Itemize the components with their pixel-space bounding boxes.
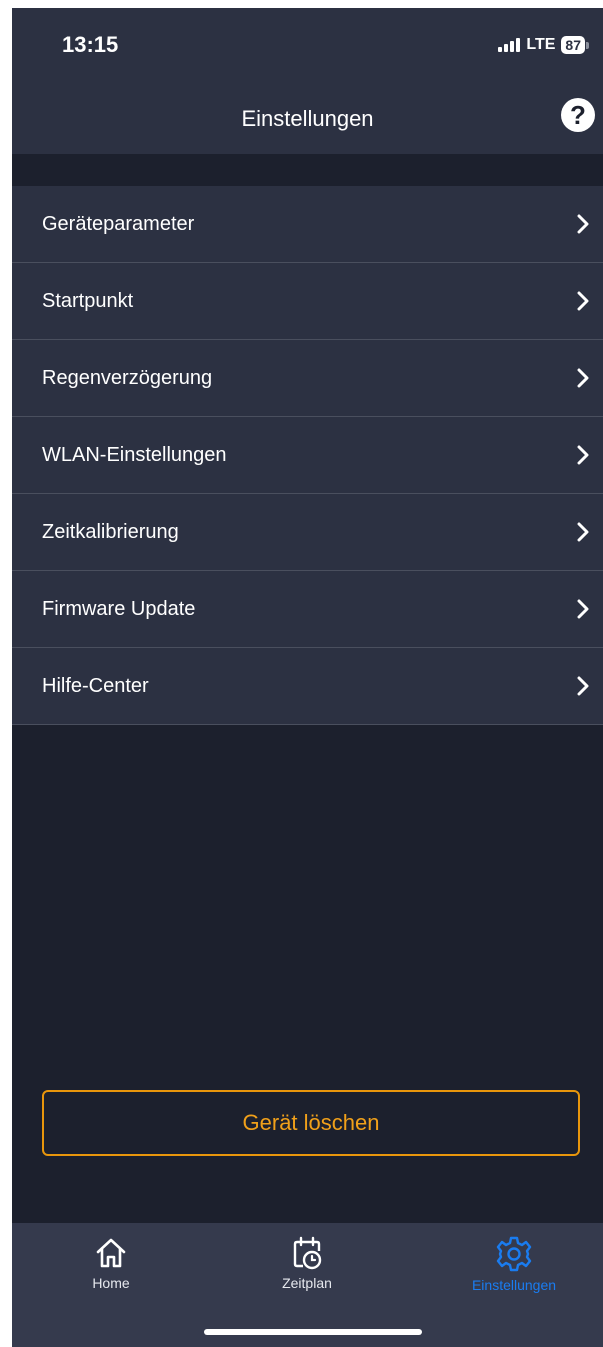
menu-item-hilfe-center[interactable]: Hilfe-Center <box>12 648 603 725</box>
menu-item-wlan-einstellungen[interactable]: WLAN-Einstellungen <box>12 417 603 494</box>
tab-label: Einstellungen <box>471 1277 557 1293</box>
menu-item-label: Firmware Update <box>42 597 196 620</box>
tab-label: Home <box>92 1275 130 1291</box>
status-bar: 13:15 LTE 87 <box>12 8 603 84</box>
chevron-right-icon <box>577 599 589 619</box>
status-indicators: LTE 87 <box>498 36 589 54</box>
menu-item-label: Geräteparameter <box>42 212 195 235</box>
menu-item-zeitkalibrierung[interactable]: Zeitkalibrierung <box>12 494 603 571</box>
tab-einstellungen[interactable]: Einstellungen <box>439 1235 589 1293</box>
menu-item-firmware-update[interactable]: Firmware Update <box>12 571 603 648</box>
chevron-right-icon <box>577 368 589 388</box>
calendar-clock-icon <box>293 1236 322 1270</box>
menu-item-regenverzoegerung[interactable]: Regenverzögerung <box>12 340 603 417</box>
menu-item-startpunkt[interactable]: Startpunkt <box>12 263 603 340</box>
settings-menu: Geräteparameter Startpunkt Regenverzöger… <box>12 186 603 725</box>
chevron-right-icon <box>577 676 589 696</box>
status-time: 13:15 <box>62 32 119 57</box>
chevron-right-icon <box>577 522 589 542</box>
tab-home[interactable]: Home <box>36 1235 186 1291</box>
battery-icon: 87 <box>561 36 589 54</box>
signal-icon <box>498 38 521 52</box>
gear-icon <box>496 1236 532 1272</box>
chevron-right-icon <box>577 445 589 465</box>
app-screen: 13:15 LTE 87 Einstellungen ? Geräteparam… <box>12 8 603 1347</box>
home-icon <box>96 1238 126 1268</box>
page-title: Einstellungen <box>241 106 374 131</box>
battery-level: 87 <box>561 36 585 54</box>
menu-item-label: Zeitkalibrierung <box>42 520 179 543</box>
menu-item-label: WLAN-Einstellungen <box>42 443 227 466</box>
nav-bar: Einstellungen ? <box>12 84 603 154</box>
chevron-right-icon <box>577 291 589 311</box>
network-type: LTE <box>526 36 556 53</box>
menu-item-geraeteparameter[interactable]: Geräteparameter <box>12 186 603 263</box>
menu-item-label: Hilfe-Center <box>42 674 149 697</box>
tab-zeitplan[interactable]: Zeitplan <box>232 1235 382 1291</box>
menu-item-label: Startpunkt <box>42 289 134 312</box>
tab-label: Zeitplan <box>282 1275 332 1291</box>
menu-item-label: Regenverzögerung <box>42 366 213 389</box>
home-indicator <box>204 1329 422 1335</box>
chevron-right-icon <box>577 214 589 234</box>
delete-device-button[interactable]: Gerät löschen <box>42 1090 580 1156</box>
question-circle-icon[interactable]: ? <box>561 98 595 132</box>
